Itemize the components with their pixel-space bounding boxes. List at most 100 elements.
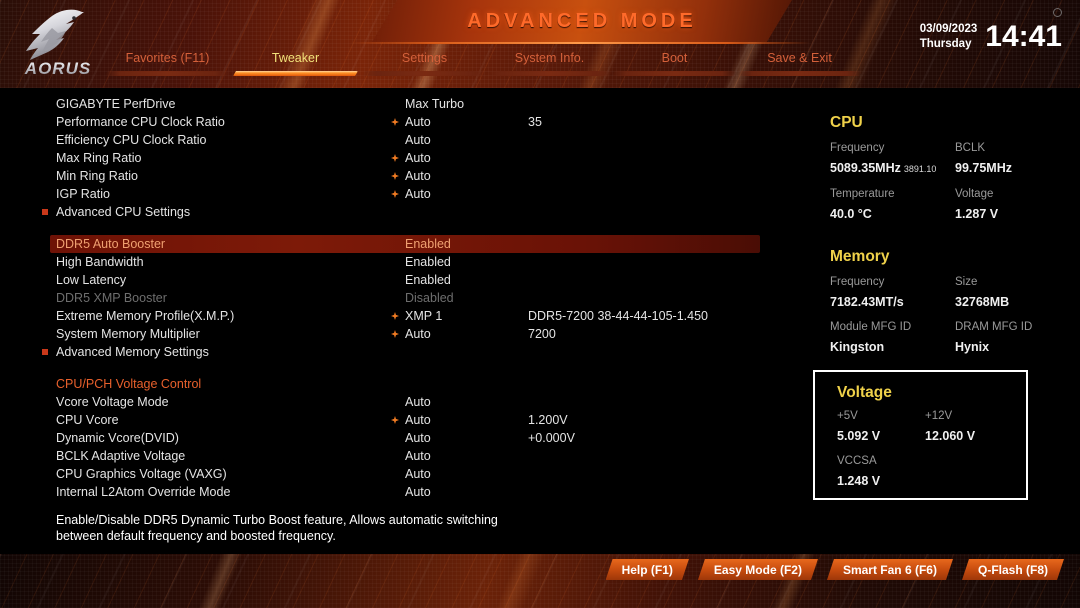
setting-label: CPU Vcore	[56, 413, 119, 427]
fn-button-help-f1[interactable]: Help (F1)	[606, 559, 689, 580]
weekday-text: Thursday	[919, 38, 972, 50]
setting-label: BCLK Adaptive Voltage	[56, 449, 186, 463]
setting-value-secondary: DDR5-7200 38-44-44-105-1.450	[528, 309, 708, 323]
dram-mfg-id-value: Hynix	[955, 340, 990, 354]
setting-value[interactable]: Auto	[405, 483, 431, 501]
tab-boot[interactable]: Boot	[612, 50, 737, 80]
memory-frequency-value: 7182.43MT/s	[830, 295, 904, 309]
settings-row[interactable]: Min Ring Ratio Auto	[0, 167, 800, 185]
setting-value[interactable]: Max Turbo	[405, 95, 464, 113]
setting-label: Low Latency	[56, 273, 127, 287]
setting-label: IGP Ratio	[56, 187, 110, 201]
setting-value[interactable]: Disabled	[405, 289, 454, 307]
settings-row[interactable]: IGP Ratio Auto	[0, 185, 800, 203]
vccsa-label: VCCSA	[837, 455, 877, 467]
setting-value[interactable]: Enabled	[405, 253, 451, 271]
help-line-1: Enable/Disable DDR5 Dynamic Turbo Boost …	[56, 513, 498, 527]
modified-setting-star-icon	[391, 416, 399, 424]
cpu-frequency-label: Frequency	[830, 142, 885, 154]
cpu-temperature-label: Temperature	[830, 188, 895, 200]
cpu-bclk-label: BCLK	[955, 142, 986, 154]
v5-value: 5.092 V	[837, 429, 881, 443]
setting-value[interactable]: Auto	[405, 447, 431, 465]
settings-row[interactable]: High Bandwidth Enabled	[0, 253, 800, 271]
setting-value[interactable]: Enabled	[405, 235, 451, 253]
fn-button-smart-fan-6-f6[interactable]: Smart Fan 6 (F6)	[827, 559, 953, 580]
tab-system-info[interactable]: System Info.	[487, 50, 612, 80]
fn-button-easy-mode-f2[interactable]: Easy Mode (F2)	[698, 559, 818, 580]
setting-value[interactable]: Auto	[405, 429, 431, 447]
settings-row[interactable]: Dynamic Vcore(DVID) Auto +0.000V	[0, 429, 800, 447]
setting-value[interactable]: Auto	[405, 131, 431, 149]
tab-underline	[105, 71, 230, 76]
fn-button-q-flash-f8[interactable]: Q-Flash (F8)	[962, 559, 1064, 580]
date-text: 03/09/2023	[919, 23, 978, 35]
settings-row[interactable]: Advanced CPU Settings	[0, 203, 800, 221]
v12-value: 12.060 V	[925, 429, 976, 443]
module-mfg-id-label: Module MFG ID	[830, 321, 912, 333]
tab-underline	[233, 71, 358, 76]
setting-label: DDR5 XMP Booster	[56, 291, 167, 305]
aorus-logo: AORUS	[4, 4, 108, 86]
setting-value[interactable]: Auto	[405, 465, 431, 483]
setting-value[interactable]: Auto	[405, 325, 431, 343]
setting-label: Min Ring Ratio	[56, 169, 138, 183]
settings-row[interactable]: Low Latency Enabled	[0, 271, 800, 289]
tab-label: Save & Exit	[767, 51, 832, 65]
nav-tabs: Favorites (F11) Tweaker Settings System Inf…	[100, 50, 890, 80]
setting-value[interactable]: XMP 1	[405, 307, 442, 325]
setting-value-secondary: 7200	[528, 327, 556, 341]
gear-icon	[1053, 8, 1062, 17]
vccsa-value: 1.248 V	[837, 474, 881, 488]
tab-favorites-f11[interactable]: Favorites (F11)	[105, 50, 230, 80]
settings-row[interactable]: System Memory Multiplier Auto 7200	[0, 325, 800, 343]
setting-label: GIGABYTE PerfDrive	[56, 97, 176, 111]
settings-row[interactable]: BCLK Adaptive Voltage Auto	[0, 447, 800, 465]
cpu-panel-title: CPU	[830, 114, 863, 131]
settings-row[interactable]: Performance CPU Clock Ratio Auto 35	[0, 113, 800, 131]
tab-save-exit[interactable]: Save & Exit	[737, 50, 862, 80]
tab-label: Tweaker	[271, 51, 320, 65]
settings-row[interactable]: Advanced Memory Settings	[0, 343, 800, 361]
setting-value[interactable]: Auto	[405, 411, 431, 429]
settings-row[interactable]: Efficiency CPU Clock Ratio Auto	[0, 131, 800, 149]
settings-row[interactable]: DDR5 Auto Booster Enabled	[50, 235, 760, 253]
setting-value[interactable]: Auto	[405, 113, 431, 131]
settings-row[interactable]: GIGABYTE PerfDrive Max Turbo	[0, 95, 800, 113]
tab-label: System Info.	[514, 51, 585, 65]
submenu-bullet-icon	[42, 209, 48, 215]
tab-label: Settings	[401, 51, 448, 65]
tab-label: Boot	[661, 51, 688, 65]
setting-label: CPU Graphics Voltage (VAXG)	[56, 467, 227, 481]
datetime-display: 03/09/2023 Thursday 14:41	[920, 22, 1062, 52]
voltage-panel-title: Voltage	[837, 384, 892, 401]
setting-value[interactable]: Enabled	[405, 271, 451, 289]
setting-label: Advanced CPU Settings	[56, 205, 191, 219]
help-description-box: Enable/Disable DDR5 Dynamic Turbo Boost …	[0, 506, 1080, 554]
tab-settings[interactable]: Settings	[362, 50, 487, 80]
dram-mfg-id-label: DRAM MFG ID	[955, 321, 1033, 333]
settings-row[interactable]: CPU/PCH Voltage Control	[0, 375, 800, 393]
v12-label: +12V	[925, 410, 953, 422]
setting-value[interactable]: Auto	[405, 167, 431, 185]
setting-value[interactable]: Auto	[405, 185, 431, 203]
mode-banner-rule	[350, 42, 810, 44]
settings-row[interactable]: Vcore Voltage Mode Auto	[0, 393, 800, 411]
modified-setting-star-icon	[391, 118, 399, 126]
setting-value[interactable]: Auto	[405, 393, 431, 411]
settings-row[interactable]: Extreme Memory Profile(X.M.P.) XMP 1 DDR5-…	[0, 307, 800, 325]
tab-tweaker[interactable]: Tweaker	[233, 50, 358, 80]
setting-label: Internal L2Atom Override Mode	[56, 485, 231, 499]
help-line-2: between default frequency and boosted fr…	[56, 529, 336, 543]
settings-row[interactable]: DDR5 XMP Booster Disabled	[0, 289, 800, 307]
settings-row[interactable]: Internal L2Atom Override Mode Auto	[0, 483, 800, 501]
settings-row[interactable]: CPU Graphics Voltage (VAXG) Auto	[0, 465, 800, 483]
memory-frequency-label: Frequency	[830, 276, 885, 288]
bios-footer: Help (F1) Easy Mode (F2) Smart Fan 6 (F6) Q…	[0, 554, 1080, 608]
setting-value[interactable]: Auto	[405, 149, 431, 167]
main-content: GIGABYTE PerfDrive Max Turbo Performance C…	[0, 88, 1080, 506]
settings-row[interactable]: CPU Vcore Auto 1.200V	[0, 411, 800, 429]
settings-row[interactable]: Max Ring Ratio Auto	[0, 149, 800, 167]
modified-setting-star-icon	[391, 154, 399, 162]
setting-label: Performance CPU Clock Ratio	[56, 115, 225, 129]
